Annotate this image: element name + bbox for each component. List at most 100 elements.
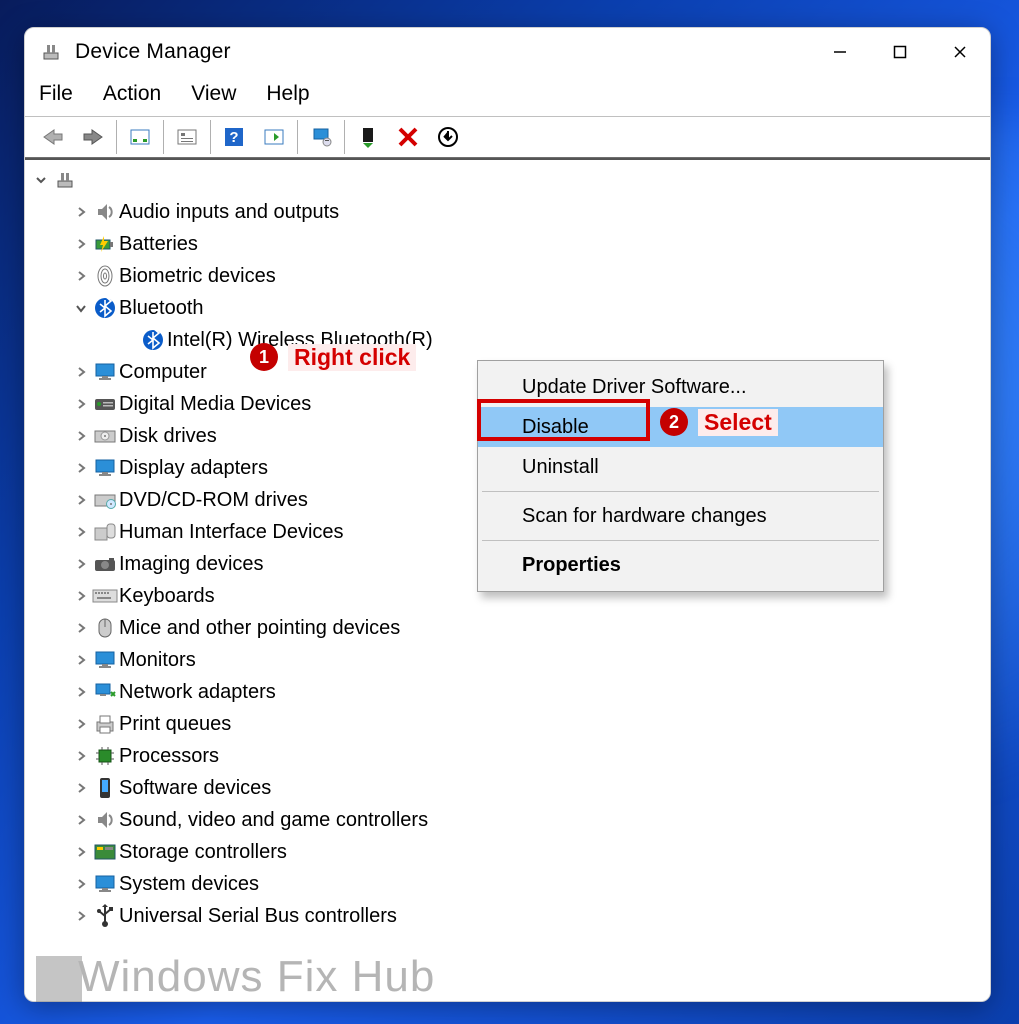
category-label: Bluetooth xyxy=(119,297,204,320)
annotation-highlight-disable xyxy=(477,399,650,441)
tree-category[interactable]: Mice and other pointing devices xyxy=(25,612,990,644)
chevron-right-icon[interactable] xyxy=(71,654,91,666)
category-label: Keyboards xyxy=(119,585,215,608)
help-button[interactable]: ? xyxy=(214,120,254,154)
chevron-right-icon[interactable] xyxy=(71,526,91,538)
tree-category[interactable]: Biometric devices xyxy=(25,260,990,292)
chevron-right-icon[interactable] xyxy=(71,910,91,922)
chevron-right-icon[interactable] xyxy=(71,782,91,794)
chevron-right-icon[interactable] xyxy=(71,462,91,474)
category-icon xyxy=(91,522,119,542)
category-label: Biometric devices xyxy=(119,265,276,288)
category-label: Monitors xyxy=(119,649,196,672)
app-icon xyxy=(39,42,63,62)
category-icon xyxy=(91,714,119,734)
chevron-down-icon[interactable] xyxy=(71,303,91,313)
category-icon xyxy=(91,617,119,639)
chevron-right-icon[interactable] xyxy=(71,878,91,890)
chevron-right-icon[interactable] xyxy=(71,270,91,282)
category-icon xyxy=(91,874,119,894)
tree-category[interactable]: Audio inputs and outputs xyxy=(25,196,990,228)
scan-hardware-button[interactable] xyxy=(254,120,294,154)
category-icon xyxy=(91,682,119,702)
window-title: Device Manager xyxy=(75,40,231,64)
chevron-right-icon[interactable] xyxy=(71,814,91,826)
category-label: Display adapters xyxy=(119,457,268,480)
tree-category[interactable]: Processors xyxy=(25,740,990,772)
menu-help[interactable]: Help xyxy=(266,82,309,106)
category-icon xyxy=(91,362,119,382)
chevron-right-icon[interactable] xyxy=(71,750,91,762)
category-label: Audio inputs and outputs xyxy=(119,201,339,224)
category-label: System devices xyxy=(119,873,259,896)
close-button[interactable] xyxy=(930,28,990,76)
menu-bar: File Action View Help xyxy=(25,76,990,116)
tree-category[interactable]: Batteries xyxy=(25,228,990,260)
update-driver-button[interactable] xyxy=(301,120,341,154)
chevron-right-icon[interactable] xyxy=(71,398,91,410)
chevron-right-icon[interactable] xyxy=(71,846,91,858)
tree-category[interactable]: Network adapters xyxy=(25,676,990,708)
category-icon xyxy=(91,265,119,287)
category-icon xyxy=(91,650,119,670)
tree-category[interactable]: Universal Serial Bus controllers xyxy=(25,900,990,932)
properties-button[interactable] xyxy=(167,120,207,154)
category-label: Batteries xyxy=(119,233,198,256)
category-label: Imaging devices xyxy=(119,553,264,576)
category-label: Mice and other pointing devices xyxy=(119,617,400,640)
category-icon xyxy=(91,297,119,319)
category-icon xyxy=(91,427,119,445)
category-icon xyxy=(91,201,119,223)
category-icon xyxy=(91,458,119,478)
chevron-right-icon[interactable] xyxy=(71,558,91,570)
tree-category[interactable]: Storage controllers xyxy=(25,836,990,868)
category-icon xyxy=(91,234,119,254)
minimize-button[interactable] xyxy=(810,28,870,76)
annotation-badge-2: 2 xyxy=(660,408,688,436)
category-icon xyxy=(91,395,119,413)
menu-file[interactable]: File xyxy=(39,82,73,106)
category-label: Digital Media Devices xyxy=(119,393,311,416)
category-label: Sound, video and game controllers xyxy=(119,809,428,832)
category-label: DVD/CD-ROM drives xyxy=(119,489,308,512)
uninstall-button[interactable] xyxy=(388,120,428,154)
context-menu-item[interactable]: Uninstall xyxy=(478,447,883,487)
annotation-badge-1: 1 xyxy=(250,343,278,371)
chevron-right-icon[interactable] xyxy=(71,718,91,730)
chevron-right-icon[interactable] xyxy=(71,686,91,698)
annotation-text-1: Right click xyxy=(288,344,416,371)
tree-category[interactable]: System devices xyxy=(25,868,990,900)
annotation-step-2: 2 Select xyxy=(660,408,778,436)
context-menu-item[interactable]: Properties xyxy=(478,545,883,585)
enable-device-button[interactable] xyxy=(348,120,388,154)
maximize-button[interactable] xyxy=(870,28,930,76)
chevron-right-icon[interactable] xyxy=(71,366,91,378)
menu-action[interactable]: Action xyxy=(103,82,161,106)
category-icon xyxy=(91,809,119,831)
forward-button[interactable] xyxy=(73,120,113,154)
chevron-right-icon[interactable] xyxy=(71,206,91,218)
tree-category[interactable]: Monitors xyxy=(25,644,990,676)
menu-view[interactable]: View xyxy=(191,82,236,106)
disable-device-button[interactable] xyxy=(428,120,468,154)
chevron-right-icon[interactable] xyxy=(71,238,91,250)
tree-device[interactable]: Intel(R) Wireless Bluetooth(R) xyxy=(25,324,990,356)
title-bar: Device Manager xyxy=(25,28,990,76)
chevron-right-icon[interactable] xyxy=(71,590,91,602)
chevron-down-icon[interactable] xyxy=(31,174,51,186)
tree-category[interactable]: Software devices xyxy=(25,772,990,804)
chevron-right-icon[interactable] xyxy=(71,622,91,634)
chevron-right-icon[interactable] xyxy=(71,494,91,506)
category-label: Software devices xyxy=(119,777,271,800)
category-icon xyxy=(91,589,119,603)
tree-category[interactable]: Print queues xyxy=(25,708,990,740)
tree-root[interactable] xyxy=(25,164,990,196)
chevron-right-icon[interactable] xyxy=(71,430,91,442)
category-label: Universal Serial Bus controllers xyxy=(119,905,397,928)
tree-category[interactable]: Sound, video and game controllers xyxy=(25,804,990,836)
back-button[interactable] xyxy=(33,120,73,154)
show-hide-console-tree-button[interactable] xyxy=(120,120,160,154)
tree-category[interactable]: Bluetooth xyxy=(25,292,990,324)
category-icon xyxy=(91,904,119,928)
context-menu-item[interactable]: Scan for hardware changes xyxy=(478,496,883,536)
